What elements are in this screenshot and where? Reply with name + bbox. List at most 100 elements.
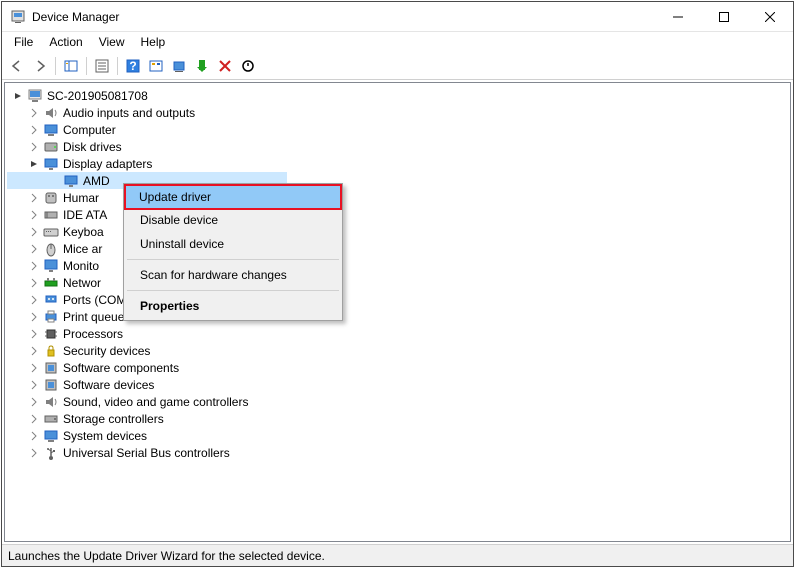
tree-node-label: Mice ar [63, 242, 102, 256]
ctx-separator [127, 259, 339, 260]
window-title: Device Manager [32, 10, 655, 24]
help-button[interactable]: ? [122, 55, 144, 77]
security-icon [43, 343, 59, 359]
tree-root[interactable]: SC-201905081708 [7, 87, 788, 104]
collapse-arrow-icon[interactable] [27, 378, 41, 392]
properties-button[interactable] [91, 55, 113, 77]
computer-icon [43, 122, 59, 138]
collapse-arrow-icon[interactable] [27, 242, 41, 256]
menubar: File Action View Help [2, 32, 793, 52]
ctx-scan-hardware[interactable]: Scan for hardware changes [126, 263, 340, 287]
maximize-button[interactable] [701, 2, 747, 32]
device-tree[interactable]: SC-201905081708 Audio inputs and outputs… [4, 82, 791, 542]
software-icon [43, 377, 59, 393]
update-driver-button[interactable] [191, 55, 213, 77]
hid-icon [43, 190, 59, 206]
display-icon [63, 173, 79, 189]
app-icon [10, 9, 26, 25]
monitor-icon [43, 258, 59, 274]
collapse-arrow-icon[interactable] [27, 191, 41, 205]
tree-node-label: Monito [63, 259, 99, 273]
collapse-arrow-icon[interactable] [27, 276, 41, 290]
status-text: Launches the Update Driver Wizard for th… [8, 549, 325, 563]
tree-node-label: Print queues [63, 310, 130, 324]
expand-arrow-icon[interactable] [27, 157, 41, 171]
menu-file[interactable]: File [6, 33, 41, 51]
tree-node-display-adapters[interactable]: Display adapters [7, 155, 788, 172]
menu-action[interactable]: Action [41, 33, 90, 51]
tree-node[interactable]: System devices [7, 427, 788, 444]
tree-node-label: Storage controllers [63, 412, 164, 426]
collapse-arrow-icon[interactable] [27, 395, 41, 409]
tree-node-label: Display adapters [63, 157, 152, 171]
expand-arrow-icon[interactable] [11, 89, 25, 103]
tree-node-label: Humar [63, 191, 99, 205]
tree-node[interactable]: Processors [7, 325, 788, 342]
scan-button[interactable] [168, 55, 190, 77]
tree-node[interactable]: Universal Serial Bus controllers [7, 444, 788, 461]
print-icon [43, 309, 59, 325]
collapse-arrow-icon[interactable] [27, 208, 41, 222]
action-button[interactable] [145, 55, 167, 77]
collapse-arrow-icon[interactable] [27, 310, 41, 324]
ctx-properties[interactable]: Properties [126, 294, 340, 318]
tree-node[interactable]: Software components [7, 359, 788, 376]
collapse-arrow-icon[interactable] [27, 293, 41, 307]
disk-icon [43, 139, 59, 155]
tree-node-label: Software devices [63, 378, 154, 392]
tree-node[interactable]: Disk drives [7, 138, 788, 155]
collapse-arrow-icon[interactable] [27, 344, 41, 358]
titlebar: Device Manager [2, 2, 793, 32]
tree-node[interactable]: Audio inputs and outputs [7, 104, 788, 121]
statusbar: Launches the Update Driver Wizard for th… [2, 544, 793, 566]
collapse-arrow-icon[interactable] [27, 225, 41, 239]
ctx-uninstall-device[interactable]: Uninstall device [126, 232, 340, 256]
audio-icon [43, 105, 59, 121]
collapse-arrow-icon[interactable] [27, 140, 41, 154]
ctx-update-driver[interactable]: Update driver [124, 184, 342, 210]
collapse-arrow-icon[interactable] [27, 259, 41, 273]
tree-node[interactable]: Security devices [7, 342, 788, 359]
show-hide-tree-button[interactable] [60, 55, 82, 77]
display-icon [43, 156, 59, 172]
usb-icon [43, 445, 59, 461]
collapse-arrow-icon[interactable] [27, 106, 41, 120]
forward-button[interactable] [29, 55, 51, 77]
svg-text:?: ? [129, 59, 136, 73]
system-icon [43, 428, 59, 444]
tree-root-label: SC-201905081708 [47, 89, 148, 103]
minimize-button[interactable] [655, 2, 701, 32]
mouse-icon [43, 241, 59, 257]
collapse-arrow-icon[interactable] [27, 123, 41, 137]
uninstall-button[interactable] [214, 55, 236, 77]
tree-node-label: AMD [83, 174, 110, 188]
context-menu: Update driver Disable device Uninstall d… [123, 183, 343, 321]
ctx-separator [127, 290, 339, 291]
cpu-icon [43, 326, 59, 342]
tree-node[interactable]: Sound, video and game controllers [7, 393, 788, 410]
tree-node-label: Software components [63, 361, 179, 375]
back-button[interactable] [6, 55, 28, 77]
tree-node-label: Processors [63, 327, 123, 341]
menu-help[interactable]: Help [133, 33, 174, 51]
spacer [47, 174, 61, 188]
tree-node[interactable]: Computer [7, 121, 788, 138]
collapse-arrow-icon[interactable] [27, 327, 41, 341]
tree-node[interactable]: Software devices [7, 376, 788, 393]
collapse-arrow-icon[interactable] [27, 446, 41, 460]
toolbar: ? [2, 52, 793, 80]
keyboard-icon [43, 224, 59, 240]
collapse-arrow-icon[interactable] [27, 429, 41, 443]
collapse-arrow-icon[interactable] [27, 412, 41, 426]
collapse-arrow-icon[interactable] [27, 361, 41, 375]
close-button[interactable] [747, 2, 793, 32]
software-icon [43, 360, 59, 376]
tree-node-label: IDE ATA [63, 208, 107, 222]
network-icon [43, 275, 59, 291]
content-area: SC-201905081708 Audio inputs and outputs… [2, 80, 793, 544]
tree-node[interactable]: Storage controllers [7, 410, 788, 427]
menu-view[interactable]: View [91, 33, 133, 51]
tree-node-label: Security devices [63, 344, 150, 358]
disable-button[interactable] [237, 55, 259, 77]
ctx-disable-device[interactable]: Disable device [126, 208, 340, 232]
